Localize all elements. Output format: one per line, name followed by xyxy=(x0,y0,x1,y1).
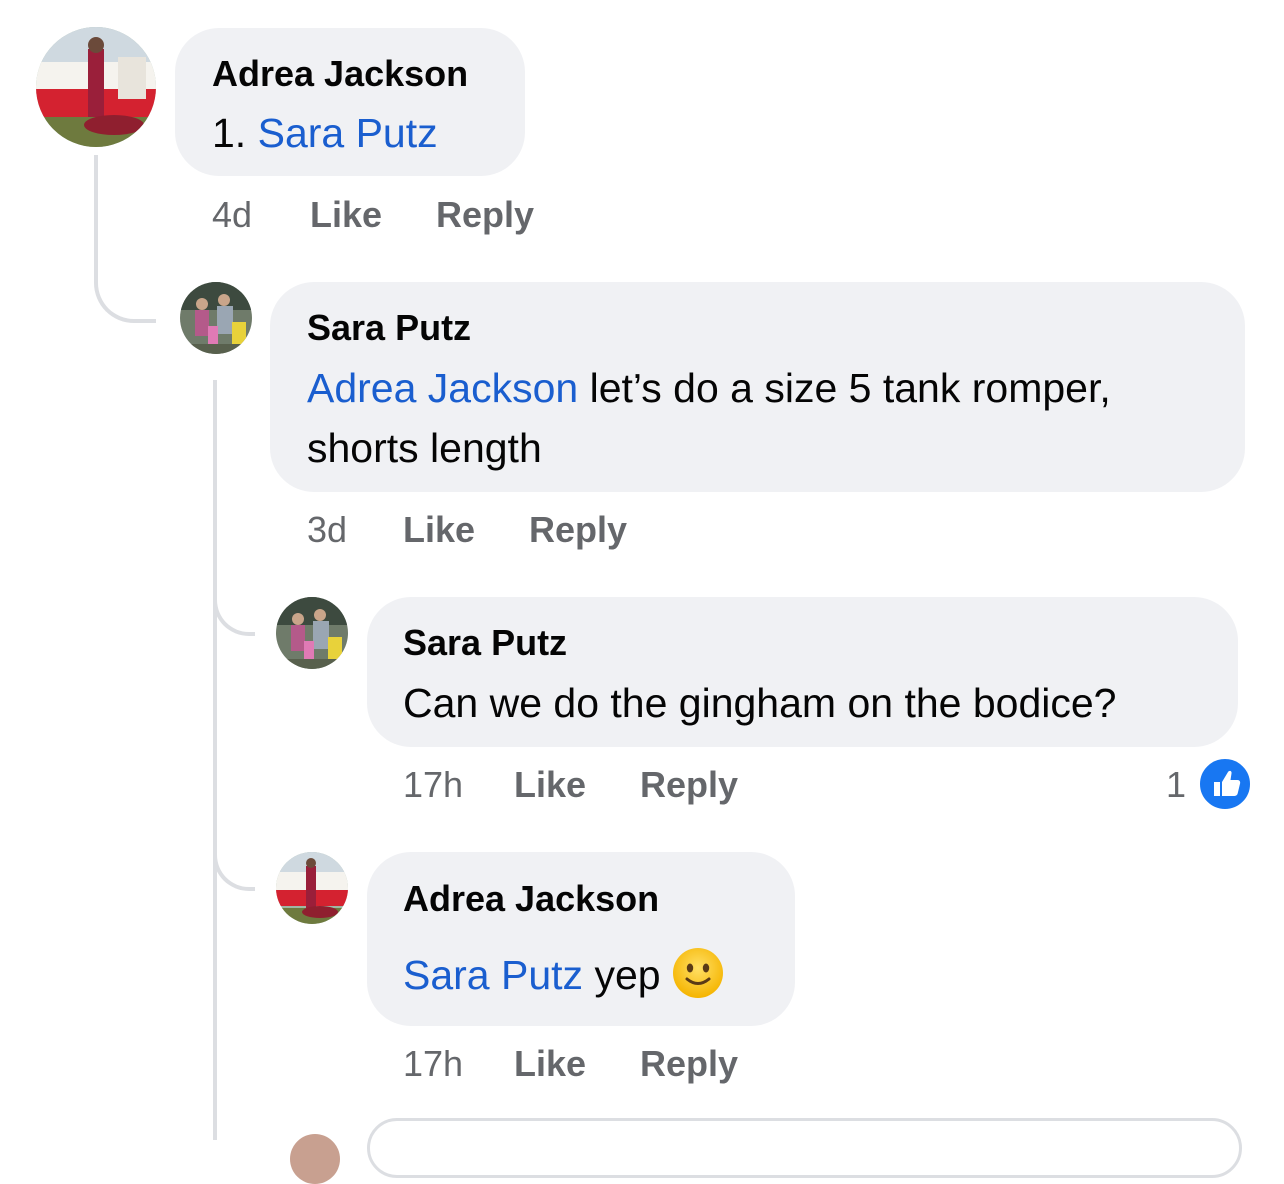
comment-author[interactable]: Adrea Jackson xyxy=(403,878,659,920)
avatar[interactable] xyxy=(276,597,348,669)
comment-text-line2: shorts length xyxy=(307,425,542,471)
thread-branch-2 xyxy=(213,835,255,891)
like-button[interactable]: Like xyxy=(403,509,475,551)
list-number: 1. xyxy=(212,110,258,156)
reply-button[interactable]: Reply xyxy=(529,509,627,551)
like-button[interactable]: Like xyxy=(514,764,586,806)
reply-button[interactable]: Reply xyxy=(436,194,534,236)
comment-author[interactable]: Sara Putz xyxy=(307,307,471,349)
comment-timestamp[interactable]: 17h xyxy=(403,1043,463,1085)
comment-text-body: yep xyxy=(583,952,672,998)
comment-timestamp[interactable]: 3d xyxy=(307,509,347,551)
comment-text: Can we do the gingham on the bodice? xyxy=(403,680,1117,726)
like-button[interactable]: Like xyxy=(514,1043,586,1085)
comment-timestamp[interactable]: 4d xyxy=(212,194,252,236)
mention-link[interactable]: Sara Putz xyxy=(258,110,438,156)
mention-link[interactable]: Sara Putz xyxy=(403,952,583,998)
comment-text: Adrea Jackson let’s do a size 5 tank rom… xyxy=(307,358,1227,478)
comment-text: 1. Sara Putz xyxy=(212,103,438,163)
avatar[interactable] xyxy=(290,1134,340,1184)
reaction-count[interactable]: 1 xyxy=(1166,764,1186,806)
reply-input-box[interactable] xyxy=(367,1118,1242,1178)
comment-timestamp[interactable]: 17h xyxy=(403,764,463,806)
thread-line-main xyxy=(213,380,217,1140)
avatar[interactable] xyxy=(180,282,252,354)
comment-author[interactable]: Adrea Jackson xyxy=(212,53,468,95)
reply-button[interactable]: Reply xyxy=(640,1043,738,1085)
comment-author[interactable]: Sara Putz xyxy=(403,622,567,664)
thread-line-top xyxy=(94,155,156,323)
mention-link[interactable]: Adrea Jackson xyxy=(307,365,578,411)
slightly-smiling-face-icon xyxy=(672,948,723,998)
thread-branch-1 xyxy=(213,580,255,636)
comment-text-line1: let’s do a size 5 tank romper, xyxy=(578,365,1111,411)
comment-text: Sara Putz yep xyxy=(403,945,724,1005)
like-button[interactable]: Like xyxy=(310,194,382,236)
thumbs-up-icon[interactable] xyxy=(1197,756,1253,812)
reply-button[interactable]: Reply xyxy=(640,764,738,806)
avatar[interactable] xyxy=(36,27,156,147)
avatar[interactable] xyxy=(276,852,348,924)
